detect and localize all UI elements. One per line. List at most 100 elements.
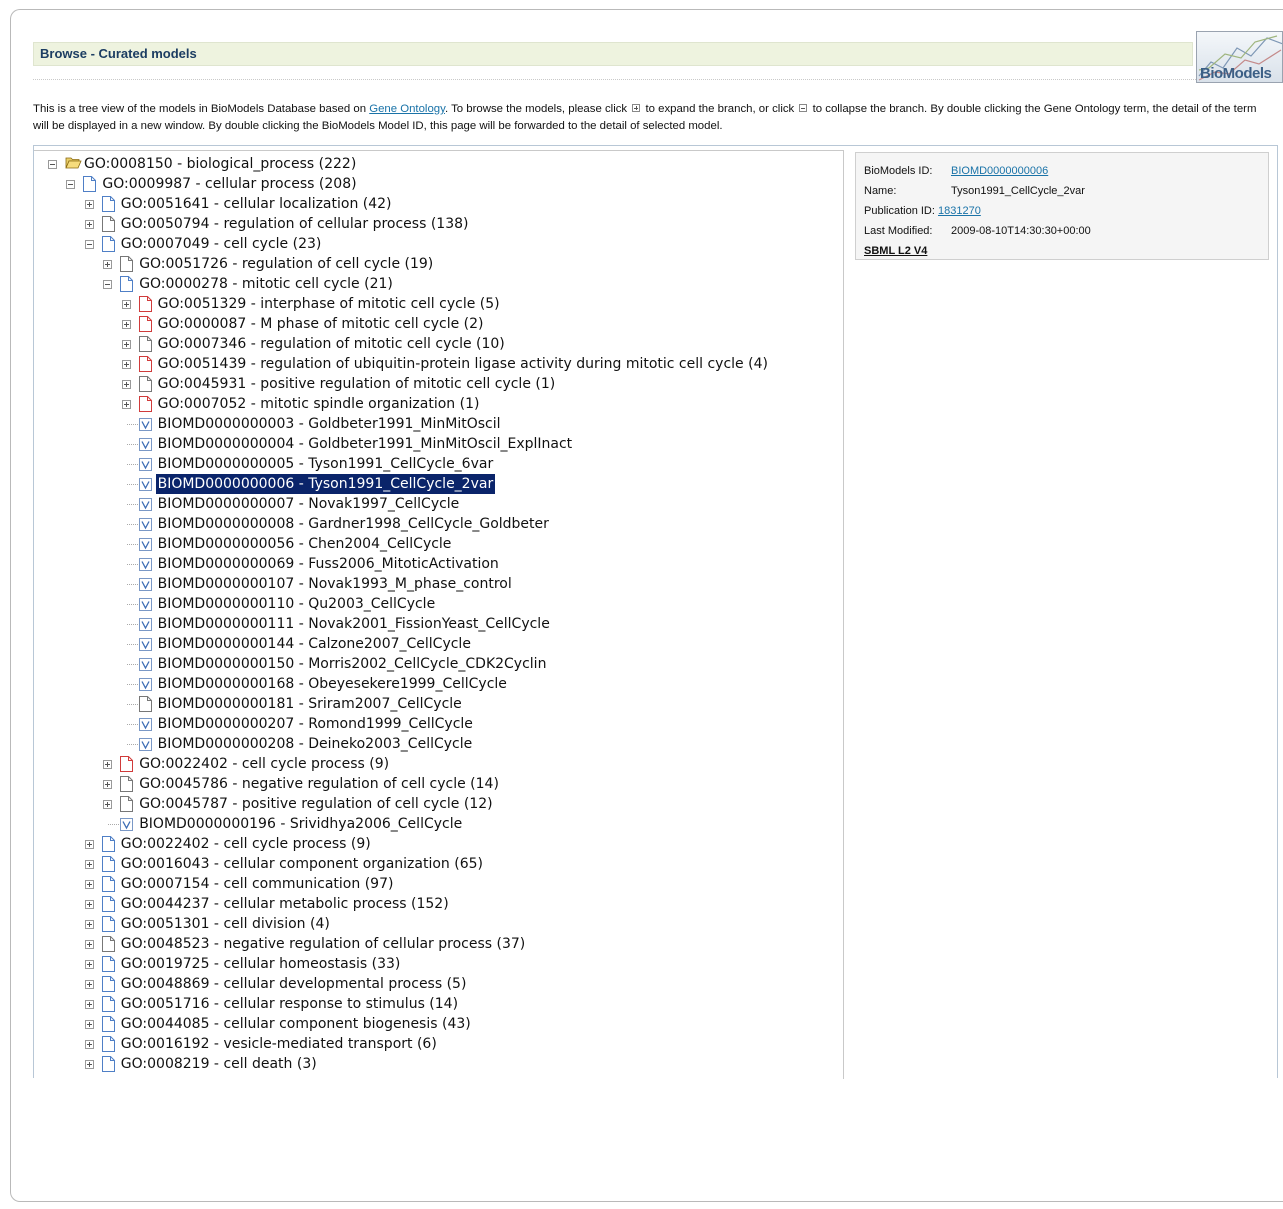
- page-title: Browse - Curated models: [40, 46, 197, 61]
- node-label[interactable]: BIOMD0000000107 - Novak1993_M_phase_cont…: [156, 574, 514, 594]
- node-label[interactable]: GO:0000087 - M phase of mitotic cell cyc…: [156, 314, 486, 334]
- tree-connector: [126, 504, 138, 505]
- expand-icon[interactable]: [84, 1040, 94, 1049]
- expand-icon[interactable]: [84, 960, 94, 969]
- model-icon: [138, 516, 152, 532]
- info-row-publication: Publication ID: 1831270: [864, 205, 981, 217]
- expand-icon[interactable]: [84, 200, 94, 209]
- node-label[interactable]: BIOMD0000000111 - Novak2001_FissionYeast…: [156, 614, 552, 634]
- expand-icon[interactable]: [103, 760, 113, 769]
- expand-icon[interactable]: [84, 1020, 94, 1029]
- node-label[interactable]: GO:0045787 - positive regulation of cell…: [137, 794, 494, 814]
- expand-icon[interactable]: [103, 260, 113, 269]
- node-label[interactable]: BIOMD0000000056 - Chen2004_CellCycle: [156, 534, 454, 554]
- node-label[interactable]: GO:0016043 - cellular component organiza…: [119, 854, 485, 874]
- publication-label: Publication ID:: [864, 205, 935, 217]
- node-label[interactable]: GO:0051329 - interphase of mitotic cell …: [156, 294, 502, 314]
- node-label[interactable]: BIOMD0000000110 - Qu2003_CellCycle: [156, 594, 438, 614]
- expand-icon[interactable]: [84, 860, 94, 869]
- expand-icon[interactable]: [103, 800, 113, 809]
- node-label[interactable]: BIOMD0000000181 - Sriram2007_CellCycle: [156, 694, 464, 714]
- expand-icon[interactable]: [84, 1000, 94, 1009]
- gene-ontology-link[interactable]: Gene Ontology: [369, 103, 445, 115]
- node-label[interactable]: GO:0007052 - mitotic spindle organizatio…: [156, 394, 482, 414]
- document-blue-icon: [101, 856, 115, 872]
- node-label[interactable]: BIOMD0000000004 - Goldbeter1991_MinMitOs…: [156, 434, 575, 454]
- expand-icon[interactable]: [121, 300, 131, 309]
- node-label[interactable]: BIOMD0000000007 - Novak1997_CellCycle: [156, 494, 462, 514]
- node-label[interactable]: BIOMD0000000150 - Morris2002_CellCycle_C…: [156, 654, 549, 674]
- collapse-icon[interactable]: [66, 180, 76, 189]
- node-label[interactable]: GO:0000278 - mitotic cell cycle (21): [137, 274, 395, 294]
- document-blue-icon: [120, 276, 134, 292]
- expand-icon[interactable]: [84, 1060, 94, 1069]
- expand-icon[interactable]: [121, 400, 131, 409]
- expand-icon[interactable]: [84, 940, 94, 949]
- selected-node-label[interactable]: BIOMD0000000006 - Tyson1991_CellCycle_2v…: [155, 474, 496, 494]
- model-icon: [138, 716, 152, 732]
- biomodels-logo[interactable]: BioModels: [1196, 31, 1283, 83]
- model-icon: [138, 656, 152, 672]
- node-label[interactable]: BIOMD0000000144 - Calzone2007_CellCycle: [156, 634, 473, 654]
- expand-icon[interactable]: [103, 780, 113, 789]
- node-label[interactable]: GO:0048869 - cellular developmental proc…: [119, 974, 469, 994]
- node-label[interactable]: GO:0045931 - positive regulation of mito…: [156, 374, 558, 394]
- node-label[interactable]: GO:0051301 - cell division (4): [119, 914, 332, 934]
- model-icon: [138, 576, 152, 592]
- node-label[interactable]: BIOMD0000000196 - Srividhya2006_CellCycl…: [137, 814, 464, 834]
- node-label[interactable]: GO:0022402 - cell cycle process (9): [119, 834, 373, 854]
- document-red-icon: [138, 296, 152, 312]
- expand-icon[interactable]: [121, 380, 131, 389]
- node-label[interactable]: GO:0009987 - cellular process (208): [100, 174, 358, 194]
- collapse-icon[interactable]: [48, 160, 57, 169]
- expand-icon[interactable]: [84, 220, 94, 229]
- node-label[interactable]: GO:0048523 - negative regulation of cell…: [119, 934, 527, 954]
- node-label[interactable]: GO:0044085 - cellular component biogenes…: [119, 1014, 473, 1034]
- tree-connector: [126, 464, 138, 465]
- document-blue-icon: [101, 196, 115, 212]
- node-label[interactable]: GO:0007154 - cell communication (97): [119, 874, 396, 894]
- expand-icon[interactable]: [121, 320, 131, 329]
- node-label[interactable]: GO:0008150 - biological_process (222): [82, 154, 358, 174]
- collapse-icon[interactable]: [103, 280, 113, 289]
- expand-icon[interactable]: [121, 340, 131, 349]
- publication-link[interactable]: 1831270: [938, 205, 981, 217]
- node-label[interactable]: GO:0051439 - regulation of ubiquitin-pro…: [156, 354, 770, 374]
- node-label[interactable]: GO:0051726 - regulation of cell cycle (1…: [137, 254, 435, 274]
- node-label[interactable]: BIOMD0000000069 - Fuss2006_MitoticActiva…: [156, 554, 501, 574]
- go-tree[interactable]: GO:0008150 - biological_process (222) GO:…: [34, 150, 844, 1079]
- node-label[interactable]: GO:0051641 - cellular localization (42): [119, 194, 394, 214]
- node-label[interactable]: BIOMD0000000207 - Romond1999_CellCycle: [156, 714, 475, 734]
- expand-icon[interactable]: [84, 880, 94, 889]
- folder-open-icon: [65, 156, 82, 172]
- collapse-icon[interactable]: [84, 240, 94, 249]
- node-label[interactable]: GO:0007049 - cell cycle (23): [119, 234, 324, 254]
- node-label[interactable]: GO:0045786 - negative regulation of cell…: [137, 774, 501, 794]
- expand-icon[interactable]: [84, 900, 94, 909]
- node-label[interactable]: BIOMD0000000208 - Deineko2003_CellCycle: [156, 734, 475, 754]
- node-label[interactable]: GO:0050794 - regulation of cellular proc…: [119, 214, 471, 234]
- node-label[interactable]: GO:0007346 - regulation of mitotic cell …: [156, 334, 507, 354]
- model-id-link[interactable]: BIOMD0000000006: [951, 165, 1048, 177]
- node-label[interactable]: GO:0051716 - cellular response to stimul…: [119, 994, 460, 1014]
- node-label[interactable]: GO:0008219 - cell death (3): [119, 1054, 319, 1074]
- tree-connector: [126, 664, 138, 665]
- document-blue-icon: [83, 176, 97, 192]
- document-icon: [138, 376, 152, 392]
- expand-icon[interactable]: [84, 920, 94, 929]
- node-label[interactable]: BIOMD0000000005 - Tyson1991_CellCycle_6v…: [156, 454, 496, 474]
- browse-panel: GO:0008150 - biological_process (222) GO:…: [33, 145, 1278, 1079]
- node-label[interactable]: GO:0044237 - cellular metabolic process …: [119, 894, 451, 914]
- node-label[interactable]: BIOMD0000000168 - Obeyesekere1999_CellCy…: [156, 674, 509, 694]
- node-label[interactable]: BIOMD0000000003 - Goldbeter1991_MinMitOs…: [156, 414, 503, 434]
- node-label[interactable]: GO:0016192 - vesicle-mediated transport …: [119, 1034, 439, 1054]
- node-label[interactable]: BIOMD0000000008 - Gardner1998_CellCycle_…: [156, 514, 551, 534]
- expand-icon[interactable]: [121, 360, 131, 369]
- node-label[interactable]: GO:0022402 - cell cycle process (9): [137, 754, 391, 774]
- expand-icon[interactable]: [84, 980, 94, 989]
- expand-icon[interactable]: [84, 840, 94, 849]
- document-blue-icon: [101, 1016, 115, 1032]
- document-blue-icon: [101, 896, 115, 912]
- node-label[interactable]: GO:0019725 - cellular homeostasis (33): [119, 954, 403, 974]
- sbml-link[interactable]: SBML L2 V4: [864, 245, 927, 257]
